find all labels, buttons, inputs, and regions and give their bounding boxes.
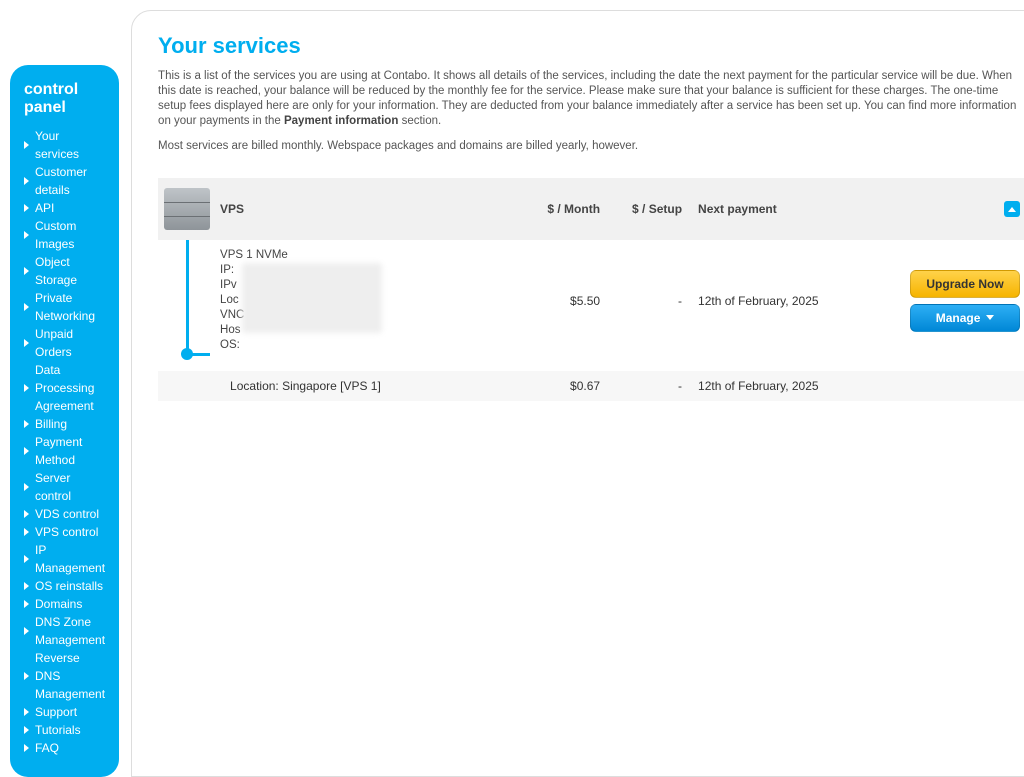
chevron-right-icon <box>24 672 29 680</box>
sidebar-item-label: VPS control <box>35 523 98 541</box>
service-detail-labels: IP: IPv Loc VNC Hos OS: <box>220 263 244 353</box>
sidebar-item-label: VDS control <box>35 505 99 523</box>
sidebar-item-label: API <box>35 199 54 217</box>
chevron-right-icon <box>24 555 29 563</box>
next-payment-2: 12th of February, 2025 <box>690 379 910 393</box>
col-header-next: Next payment <box>690 202 910 216</box>
server-icon-cell <box>164 188 220 230</box>
page-title: Your services <box>158 33 1024 59</box>
sidebar-item[interactable]: Billing <box>24 415 105 433</box>
chevron-right-icon <box>24 231 29 239</box>
sidebar-item-label: Tutorials <box>35 721 81 739</box>
chevron-right-icon <box>24 141 29 149</box>
chevron-right-icon <box>24 726 29 734</box>
chevron-down-icon <box>986 315 994 320</box>
chevron-right-icon <box>24 744 29 752</box>
chevron-right-icon <box>24 627 29 635</box>
upgrade-button[interactable]: Upgrade Now <box>910 270 1020 298</box>
service-row-vps1: VPS 1 NVMe IP: IPv Loc VNC Hos OS: <box>158 240 1024 361</box>
sidebar-item[interactable]: Reverse DNS Management <box>24 649 105 703</box>
sidebar-item[interactable]: FAQ <box>24 739 105 757</box>
sidebar-item-label: Customer details <box>35 163 105 199</box>
price-month-2: $0.67 <box>500 379 600 393</box>
collapse-icon[interactable] <box>1004 201 1020 217</box>
table-header-row: VPS $ / Month $ / Setup Next payment <box>158 178 1024 240</box>
sidebar-item-label: Custom Images <box>35 217 105 253</box>
sidebar-title: control panel <box>24 81 105 117</box>
intro-text-part2: section. <box>398 115 441 127</box>
chevron-right-icon <box>24 483 29 491</box>
sidebar-item[interactable]: Data Processing Agreement <box>24 361 105 415</box>
col-header-month: $ / Month <box>500 202 600 216</box>
chevron-right-icon <box>24 420 29 428</box>
sidebar-item-label: Payment Method <box>35 433 105 469</box>
sidebar-item[interactable]: Support <box>24 703 105 721</box>
price-setup-2: - <box>600 379 690 393</box>
sidebar-item[interactable]: Customer details <box>24 163 105 199</box>
chevron-right-icon <box>24 384 29 392</box>
sidebar-item[interactable]: VPS control <box>24 523 105 541</box>
sidebar-item-label: Server control <box>35 469 105 505</box>
sidebar-item-label: Private Networking <box>35 289 105 325</box>
sidebar-item[interactable]: DNS Zone Management <box>24 613 105 649</box>
sidebar-item[interactable]: Domains <box>24 595 105 613</box>
chevron-right-icon <box>24 267 29 275</box>
sidebar-item-label: Billing <box>35 415 67 433</box>
service-name-location: Location: Singapore [VPS 1] <box>220 379 500 393</box>
chevron-right-icon <box>24 339 29 347</box>
manage-button-label: Manage <box>936 311 981 325</box>
chevron-right-icon <box>24 600 29 608</box>
sidebar-item[interactable]: VDS control <box>24 505 105 523</box>
sidebar-item-label: Support <box>35 703 77 721</box>
chevron-right-icon <box>24 204 29 212</box>
sidebar: control panel Your servicesCustomer deta… <box>10 65 119 777</box>
chevron-right-icon <box>24 510 29 518</box>
sidebar-item-label: Domains <box>35 595 82 613</box>
service-name: VPS 1 NVMe <box>220 248 500 263</box>
sidebar-item-label: FAQ <box>35 739 59 757</box>
intro-text-2: Most services are billed monthly. Webspa… <box>158 139 1024 154</box>
sidebar-item[interactable]: Tutorials <box>24 721 105 739</box>
sidebar-item[interactable]: Custom Images <box>24 217 105 253</box>
service-detail-values-redacted <box>242 263 382 333</box>
col-header-vps: VPS <box>220 202 500 216</box>
sidebar-item-label: Reverse DNS Management <box>35 649 105 703</box>
sidebar-item[interactable]: Private Networking <box>24 289 105 325</box>
sidebar-item-label: DNS Zone Management <box>35 613 105 649</box>
chevron-right-icon <box>24 528 29 536</box>
intro-text: This is a list of the services you are u… <box>158 69 1024 154</box>
sidebar-item[interactable]: IP Management <box>24 541 105 577</box>
sidebar-item-label: Object Storage <box>35 253 105 289</box>
chevron-right-icon <box>24 177 29 185</box>
sidebar-item[interactable]: Your services <box>24 127 105 163</box>
next-payment: 12th of February, 2025 <box>690 294 910 308</box>
sidebar-item-label: Unpaid Orders <box>35 325 105 361</box>
sidebar-item[interactable]: Unpaid Orders <box>24 325 105 361</box>
sidebar-item-label: IP Management <box>35 541 105 577</box>
manage-button[interactable]: Manage <box>910 304 1020 332</box>
price-setup: - <box>600 294 690 308</box>
col-header-setup: $ / Setup <box>600 202 690 216</box>
sidebar-list: Your servicesCustomer detailsAPICustom I… <box>24 127 105 757</box>
service-row-location: Location: Singapore [VPS 1] $0.67 - 12th… <box>158 371 1024 401</box>
sidebar-item[interactable]: API <box>24 199 105 217</box>
chevron-right-icon <box>24 582 29 590</box>
sidebar-item-label: Data Processing Agreement <box>35 361 105 415</box>
sidebar-item-label: Your services <box>35 127 105 163</box>
sidebar-item[interactable]: Object Storage <box>24 253 105 289</box>
sidebar-item[interactable]: Server control <box>24 469 105 505</box>
chevron-right-icon <box>24 447 29 455</box>
main-panel: Your services This is a list of the serv… <box>131 10 1024 777</box>
sidebar-item[interactable]: Payment Method <box>24 433 105 469</box>
chevron-right-icon <box>24 708 29 716</box>
price-month: $5.50 <box>500 294 600 308</box>
services-table: VPS $ / Month $ / Setup Next payment VPS… <box>158 178 1024 401</box>
sidebar-item[interactable]: OS reinstalls <box>24 577 105 595</box>
payment-info-link-text: Payment information <box>284 115 398 127</box>
server-icon <box>164 188 210 230</box>
sidebar-item-label: OS reinstalls <box>35 577 103 595</box>
chevron-right-icon <box>24 303 29 311</box>
